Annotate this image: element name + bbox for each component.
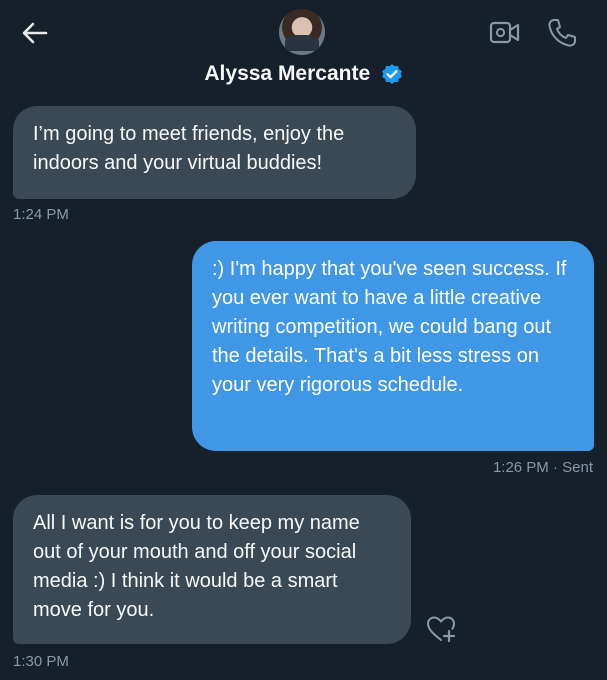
avatar[interactable] — [279, 9, 325, 55]
message-bubble-incoming[interactable]: I’m going to meet friends, enjoy the ind… — [13, 106, 416, 199]
verified-badge-icon — [381, 64, 402, 84]
video-call-button[interactable] — [488, 18, 522, 48]
message-timestamp: 1:24 PM — [13, 206, 69, 223]
back-button[interactable] — [18, 16, 52, 50]
conversation-header: Alyssa Mercante — [0, 0, 607, 100]
voice-call-button[interactable] — [545, 16, 579, 50]
message-timestamp-sent: 1:26 PM · Sent — [492, 459, 593, 476]
phone-icon — [548, 19, 576, 47]
message-bubble-outgoing[interactable]: :) I'm happy that you've seen success. I… — [192, 241, 594, 451]
message-bubble-incoming[interactable]: All I want is for you to keep my name ou… — [13, 495, 411, 644]
contact-title-row: Alyssa Mercante — [0, 62, 607, 86]
add-reaction-button[interactable] — [425, 613, 457, 645]
message-timestamp: 1:30 PM — [13, 653, 69, 670]
arrow-left-icon — [22, 22, 48, 44]
heart-plus-icon — [427, 616, 456, 643]
contact-name[interactable]: Alyssa Mercante — [204, 62, 370, 85]
video-camera-icon — [489, 21, 520, 44]
